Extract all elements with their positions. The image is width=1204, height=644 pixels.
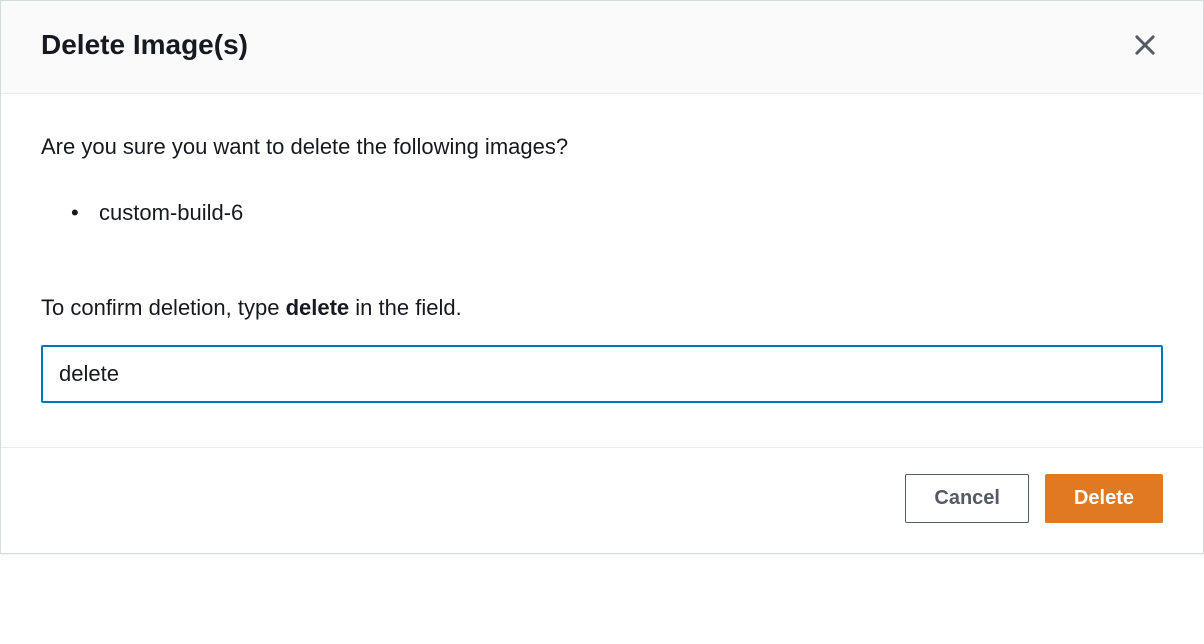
modal-body: Are you sure you want to delete the foll… <box>1 94 1203 447</box>
list-item: custom-build-6 <box>99 196 1163 229</box>
modal-header: Delete Image(s) <box>1 1 1203 94</box>
confirm-question: Are you sure you want to delete the foll… <box>41 134 1163 160</box>
close-icon <box>1131 31 1159 59</box>
instruction-suffix: in the field. <box>349 295 462 320</box>
instruction-keyword: delete <box>286 295 350 320</box>
instruction-prefix: To confirm deletion, type <box>41 295 286 320</box>
confirm-input[interactable] <box>41 345 1163 403</box>
modal-title: Delete Image(s) <box>41 29 248 61</box>
image-list: custom-build-6 <box>41 196 1163 229</box>
close-button[interactable] <box>1127 27 1163 63</box>
delete-images-modal: Delete Image(s) Are you sure you want to… <box>0 0 1204 554</box>
delete-button[interactable]: Delete <box>1045 474 1163 523</box>
cancel-button[interactable]: Cancel <box>905 474 1029 523</box>
confirm-instruction: To confirm deletion, type delete in the … <box>41 295 1163 321</box>
modal-footer: Cancel Delete <box>1 447 1203 553</box>
